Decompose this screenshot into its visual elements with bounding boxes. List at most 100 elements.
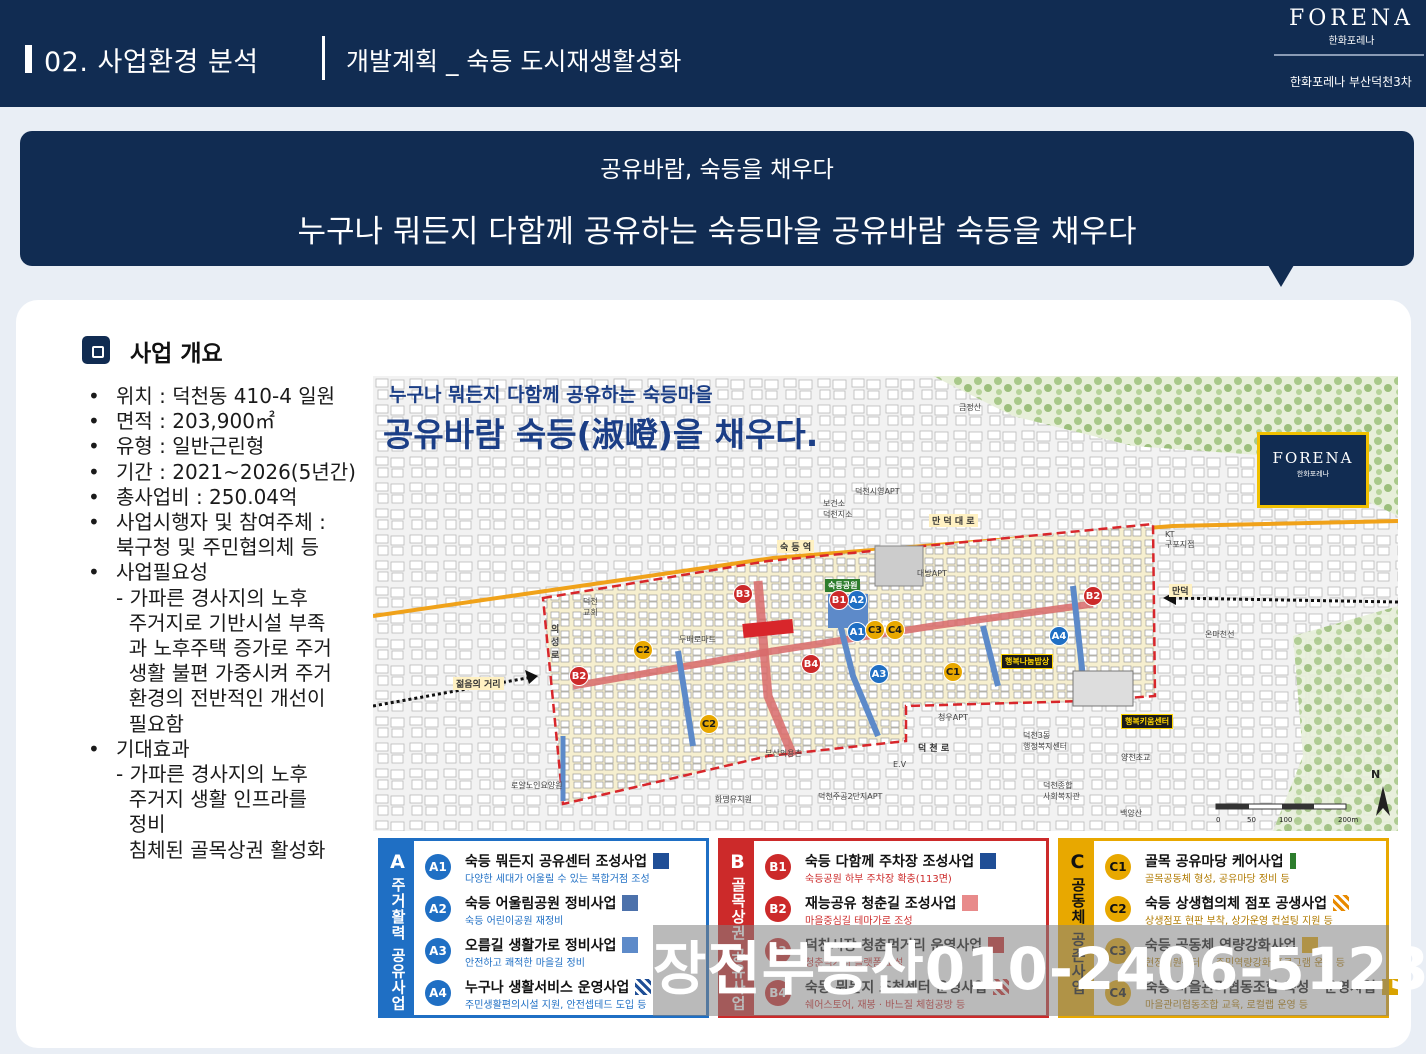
brand-logo: FORENA 한화포레나	[1274, 6, 1424, 56]
road-label: 만덕	[1169, 584, 1192, 597]
category-letter: C	[1070, 851, 1085, 873]
category-title: 주거활력 공유사업	[389, 877, 407, 1012]
project-code-badge: A1	[425, 854, 451, 880]
project-code-badge: C2	[1105, 896, 1131, 922]
legend-swatch-icon	[980, 853, 996, 869]
project-name: 한화포레나 부산덕천3차	[1290, 75, 1412, 89]
site-map: 누구나 뭐든지 다함께 공유하는 숙등마을 공유바람 숙등(淑嶝)을 채우다. …	[373, 376, 1398, 831]
road-label: 젊음의 거리	[453, 677, 504, 690]
map-pin-a4: A4	[1049, 626, 1069, 646]
watermark: 장전부동산010-2406-5123	[653, 925, 1426, 1016]
map-pin-c2: C2	[699, 714, 719, 734]
banner-kicker: 공유바람, 숙등을 채우다	[600, 157, 834, 183]
category-sidebar: A 주거활력 공유사업	[381, 841, 414, 1015]
overview-item: 기대효과	[88, 737, 366, 762]
project-name: 오름길 생활가로 정비사업	[465, 938, 617, 954]
map-pin-c4: C4	[885, 620, 905, 640]
category-letter: A	[390, 851, 405, 873]
overview-item: 총사업비 : 250.04억	[88, 485, 366, 510]
overview-title: 사업 개요	[130, 341, 223, 367]
legend-swatch-icon	[1333, 895, 1349, 911]
banner-headline: 누구나 뭐든지 다함께 공유하는 숙등마을 공유바람 숙등을 채우다	[297, 214, 1137, 250]
project-name: 골목 공유마당 케어사업	[1145, 854, 1284, 870]
project-item: B1 숙등 다함께 주차장 조성사업 숙등공원 하부 주차장 확충(113면)	[765, 849, 1045, 887]
project-item: A1 숙등 뭐든지 공유센터 조성사업다양한 세대가 어울릴 수 있는 복합거점 …	[425, 849, 705, 887]
map-pin-c3: C3	[865, 620, 885, 640]
project-name: 누구나 생활서비스 운영사업	[465, 980, 630, 996]
place-label: 덕천종합 사회복지관	[1043, 781, 1080, 801]
map-pin-a1: A1	[847, 622, 867, 642]
project-item: C2 숙등 상생협의체 점포 공생사업 상생점포 현판 부착, 상가운영 컨설팅 지…	[1105, 891, 1385, 929]
project-name: 숙등 다함께 주차장 조성사업	[805, 854, 975, 870]
place-label: 청우APT	[938, 713, 968, 722]
road-label: 숙 등 역	[777, 540, 815, 553]
map-pin-c1: C1	[943, 662, 963, 682]
legend-swatch-icon	[622, 895, 638, 911]
map-pin-a2: A2	[847, 590, 867, 610]
place-label: E.V	[893, 760, 907, 769]
map-pin-b3: B3	[733, 584, 753, 604]
place-label: 덕천시영APT	[855, 487, 900, 496]
road-label: 만 덕 대 로	[929, 514, 978, 527]
project-description: 주민생활편의시설 지원, 안전셉테드 도입 등	[465, 1000, 647, 1011]
place-label: 대방APT	[917, 569, 947, 578]
scale-label: 50	[1247, 816, 1256, 824]
overview-subitem: - 가파른 경사지의 노후 주거지 생활 인프라를 정비 침체된 골목상권 활성…	[116, 762, 326, 862]
project-item: B2 재능공유 청춘길 조성사업 마을중심길 테마가로 조성	[765, 891, 1045, 929]
page-subtitle: 개발계획 _ 숙등 도시재생활성화	[346, 47, 682, 76]
overview-item: 사업시행자 및 참여주체 : 북구청 및 주민협의체 등	[88, 510, 366, 560]
slogan-banner: 공유바람, 숙등을 채우다 누구나 뭐든지 다함께 공유하는 숙등마을 공유바람…	[20, 131, 1414, 287]
project-description: 골목공동체 형성, 공유마당 정비 등	[1145, 874, 1290, 885]
project-code-badge: A3	[425, 938, 451, 964]
place-label: 덕천3동 행정복지센터	[1023, 731, 1068, 751]
section-marker	[25, 45, 32, 73]
square-bullet-icon	[82, 336, 110, 364]
overview-item: 유형 : 일반근린형	[88, 434, 366, 459]
map-pin-b2: B2	[569, 666, 589, 686]
project-code-badge: B2	[765, 896, 791, 922]
project-name: 숙등 뭐든지 공유센터 조성사업	[465, 854, 648, 870]
legend-swatch-icon	[653, 853, 669, 869]
place-label: 두배로마트	[679, 635, 716, 644]
place-label: 로얄노인요양원	[511, 781, 563, 790]
map-pin-a3: A3	[869, 664, 889, 684]
project-description: 다양한 세대가 어울릴 수 있는 복합거점 조성	[465, 874, 650, 885]
overview-item: 기간 : 2021~2026(5년간)	[88, 460, 366, 485]
scale-label: 0	[1216, 816, 1221, 824]
map-pin-c2: C2	[633, 640, 653, 660]
place-label: 의 성 로	[551, 625, 560, 661]
section-title: 02. 사업환경 분석	[44, 47, 259, 78]
project-description: 숙등공원 하부 주차장 확충(113면)	[805, 874, 952, 885]
overview-item: 면적 : 203,900㎡	[88, 409, 366, 434]
map-tag: 행복키움센터	[1121, 714, 1174, 729]
north-label: N	[1371, 768, 1381, 781]
legend-swatch-icon	[635, 979, 651, 995]
place-label: 화명유치원	[715, 795, 752, 804]
map-pin-b4: B4	[801, 654, 821, 674]
project-name: 숙등 어울림공원 정비사업	[465, 896, 617, 912]
place-label: 양천초교	[1121, 753, 1151, 762]
map-pin-b1: B1	[829, 590, 849, 610]
brand-underline	[1274, 54, 1424, 56]
place-label: 덕천주공2단지APT	[818, 792, 883, 801]
project-description: 안전하고 쾌적한 마을길 정비	[465, 958, 585, 969]
legend-swatch-icon	[1290, 853, 1296, 869]
category-letter: B	[730, 851, 745, 873]
map-slogan-large: 공유바람 숙등(淑嶝)을 채우다.	[383, 415, 819, 454]
header-divider	[322, 36, 325, 80]
project-name: 숙등 상생협의체 점포 공생사업	[1145, 896, 1328, 912]
road-label: 덕 천 로	[918, 744, 950, 754]
project-code-badge: A2	[425, 896, 451, 922]
forena-site-logo: FORENA 한화포레나	[1257, 432, 1369, 508]
project-item: A2 숙등 어울림공원 정비사업 숙등 어린이공원 재정비	[425, 891, 705, 929]
map-slogan-small: 누구나 뭐든지 다함께 공유하는 숙등마을	[389, 384, 713, 406]
overview-list: 위치 : 덕천동 410-4 일원면적 : 203,900㎡유형 : 일반근린형…	[88, 384, 366, 863]
overview-item: 위치 : 덕천동 410-4 일원	[88, 384, 366, 409]
place-label: 보건소 덕천지소	[823, 499, 853, 519]
legend-swatch-icon	[622, 937, 638, 953]
header-bar: 02. 사업환경 분석 개발계획 _ 숙등 도시재생활성화 FORENA 한화포…	[0, 0, 1426, 107]
map-tag: 행복나눔밥상	[1001, 654, 1054, 669]
scale-label: 200m	[1338, 816, 1359, 824]
project-name: 재능공유 청춘길 조성사업	[805, 896, 957, 912]
overview-subitem: - 가파른 경사지의 노후 주거지로 기반시설 부족 과 노후주택 증가로 주거…	[116, 585, 332, 736]
